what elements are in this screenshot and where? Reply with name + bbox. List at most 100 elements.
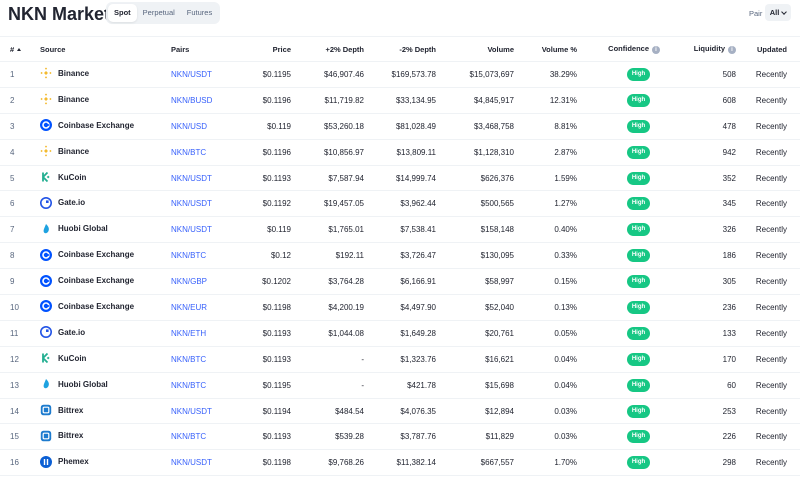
pair-link[interactable]: NKN/BTC [171,148,206,157]
col-rank[interactable]: # [0,36,32,62]
pair-link[interactable]: NKN/BTC [171,251,206,260]
pair-link[interactable]: NKN/USDT [171,407,212,416]
row-updated: Recently [736,346,800,373]
row-volume-pct: 0.33% [514,242,577,270]
row-source[interactable]: Binance [32,87,168,114]
table-row[interactable]: 15 Bittrex NKN/BTC $0.1193 $539.28 $3,78… [0,423,800,451]
row-pair[interactable]: NKN/BTC [168,139,240,166]
row-liquidity: 236 [661,294,736,321]
table-row[interactable]: 14 Bittrex NKN/USDT $0.1194 $484.54 $4,0… [0,398,800,425]
table-row[interactable]: 16 Phemex NKN/USDT $0.1198 $9,768.26 $11… [0,449,800,477]
row-price: $0.12 [240,242,291,270]
row-pair[interactable]: NKN/BUSD [168,87,240,114]
row-updated: Recently [736,294,800,321]
row-source[interactable]: Bittrex [32,423,168,451]
col-volume-pct[interactable]: Volume % [514,36,577,62]
table-row[interactable]: 11 Gate.io NKN/ETH $0.1193 $1,044.08 $1,… [0,320,800,347]
confidence-badge: High [627,145,650,159]
tab-spot[interactable]: Spot [108,4,137,22]
row-pair[interactable]: NKN/USDT [168,61,240,88]
confidence-badge: High [627,197,650,211]
row-rank: 5 [0,165,32,192]
table-row[interactable]: 12 KuCoin NKN/BTC $0.1193 - $1,323.76 $1… [0,346,800,373]
table-row[interactable]: 10 Coinbase Exchange NKN/EUR $0.1198 $4,… [0,294,800,321]
row-pair[interactable]: NKN/BTC [168,242,240,270]
source-name: KuCoin [58,172,87,182]
pair-link[interactable]: NKN/USDT [171,458,212,467]
row-updated: Recently [736,449,800,477]
pair-link[interactable]: NKN/USDT [171,174,212,183]
table-row[interactable]: 2 Binance NKN/BUSD $0.1196 $11,719.82 $3… [0,87,800,114]
row-pair[interactable]: NKN/GBP [168,268,240,296]
pair-link[interactable]: NKN/GBP [171,277,207,286]
table-row[interactable]: 1 Binance NKN/USDT $0.1195 $46,907.46 $1… [0,61,800,88]
pair-filter-dropdown[interactable]: All [765,4,791,21]
table-row[interactable]: 9 Coinbase Exchange NKN/GBP $0.1202 $3,7… [0,268,800,296]
row-source[interactable]: Bittrex [32,398,168,425]
row-volume: $3,468,758 [436,113,514,140]
row-source[interactable]: Coinbase Exchange [32,294,168,321]
col-updated[interactable]: Updated [736,36,800,62]
row-source[interactable]: Gate.io [32,320,168,347]
col-price[interactable]: Price [240,36,291,62]
tab-perpetual[interactable]: Perpetual [137,4,181,22]
row-source[interactable]: Binance [32,61,168,88]
row-pair[interactable]: NKN/USD [168,113,240,140]
row-pair[interactable]: NKN/USDT [168,216,240,244]
pair-link[interactable]: NKN/BTC [171,432,206,441]
row-pair[interactable]: NKN/BTC [168,423,240,451]
row-updated: Recently [736,113,800,140]
col-liquidity[interactable]: Liquidity i [661,36,736,62]
row-source[interactable]: Coinbase Exchange [32,113,168,140]
pair-link[interactable]: NKN/USD [171,122,207,131]
pair-link[interactable]: NKN/USDT [171,70,212,79]
pair-link[interactable]: NKN/BTC [171,355,206,364]
info-icon[interactable]: i [728,45,736,54]
row-liquidity: 298 [661,449,736,477]
row-pair[interactable]: NKN/BTC [168,372,240,399]
col-volume[interactable]: Volume [436,36,514,62]
row-depth-plus: $539.28 [291,423,364,451]
table-row[interactable]: 8 Coinbase Exchange NKN/BTC $0.12 $192.1… [0,242,800,270]
row-pair[interactable]: NKN/ETH [168,320,240,347]
table-row[interactable]: 13 Huobi Global NKN/BTC $0.1195 - $421.7… [0,372,800,399]
row-source[interactable]: KuCoin [32,165,168,192]
row-pair[interactable]: NKN/USDT [168,165,240,192]
row-source[interactable]: Huobi Global [32,372,168,399]
pair-link[interactable]: NKN/BTC [171,381,206,390]
col-depth-plus[interactable]: +2% Depth [291,36,364,62]
row-rank: 6 [0,190,32,218]
row-source[interactable]: Binance [32,139,168,166]
row-pair[interactable]: NKN/EUR [168,294,240,321]
col-pairs[interactable]: Pairs [168,36,240,62]
row-price: $0.1193 [240,423,291,451]
pair-link[interactable]: NKN/EUR [171,303,207,312]
row-source[interactable]: Huobi Global [32,216,168,244]
col-confidence[interactable]: Confidence i [577,36,661,62]
table-row[interactable]: 3 Coinbase Exchange NKN/USD $0.119 $53,2… [0,113,800,140]
row-pair[interactable]: NKN/USDT [168,190,240,218]
row-pair[interactable]: NKN/USDT [168,449,240,477]
row-source[interactable]: KuCoin [32,346,168,373]
confidence-badge: High [627,119,650,133]
col-source[interactable]: Source [32,36,168,62]
row-source[interactable]: Coinbase Exchange [32,242,168,270]
row-source[interactable]: Coinbase Exchange [32,268,168,296]
row-pair[interactable]: NKN/BTC [168,346,240,373]
col-depth-minus[interactable]: -2% Depth [364,36,436,62]
row-depth-minus: $421.78 [364,372,436,399]
pair-link[interactable]: NKN/USDT [171,199,212,208]
row-pair[interactable]: NKN/USDT [168,398,240,425]
pair-link[interactable]: NKN/BUSD [171,96,212,105]
row-source[interactable]: Gate.io [32,190,168,218]
info-icon[interactable]: i [652,45,660,54]
pair-link[interactable]: NKN/ETH [171,329,206,338]
pair-filter-value: All [769,8,780,17]
table-row[interactable]: 7 Huobi Global NKN/USDT $0.119 $1,765.01… [0,216,800,244]
pair-link[interactable]: NKN/USDT [171,225,212,234]
table-row[interactable]: 4 Binance NKN/BTC $0.1196 $10,856.97 $13… [0,139,800,166]
table-row[interactable]: 6 Gate.io NKN/USDT $0.1192 $19,457.05 $3… [0,190,800,218]
tab-futures[interactable]: Futures [181,4,218,22]
row-source[interactable]: Phemex [32,449,168,477]
table-row[interactable]: 5 KuCoin NKN/USDT $0.1193 $7,587.94 $14,… [0,165,800,192]
